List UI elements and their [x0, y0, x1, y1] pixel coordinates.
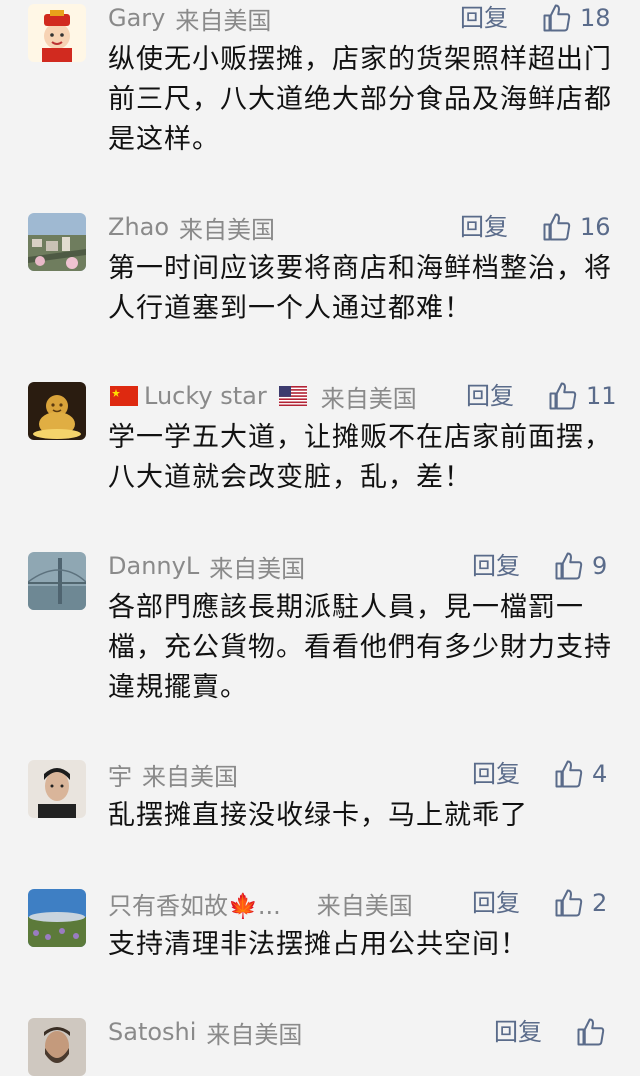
reply-button[interactable]: 回复: [472, 756, 520, 792]
like-count: 11: [586, 382, 617, 410]
like-count: 4: [592, 760, 608, 788]
reply-button[interactable]: 回复: [466, 378, 514, 414]
username[interactable]: DannyL: [108, 552, 199, 580]
comment-meta: Zhao 来自美国: [108, 209, 616, 245]
china-flag-icon: [110, 386, 138, 406]
field-sky-avatar[interactable]: [28, 889, 86, 947]
location-label: 来自美国: [209, 554, 306, 583]
location-label: 来自美国: [206, 1020, 303, 1049]
reply-button[interactable]: 回复: [472, 885, 520, 921]
bridge-fog-avatar[interactable]: [28, 552, 86, 610]
location-label: 来自美国: [320, 384, 417, 413]
comment-text: 学一学五大道，让摊贩不在店家前面摆，八大道就会改变脏，乱，差！: [108, 422, 612, 493]
reply-button[interactable]: 回复: [460, 209, 508, 245]
location-label: 来自美国: [179, 215, 276, 244]
reply-button[interactable]: 回复: [494, 1014, 542, 1050]
comment-text: 第一时间应该要将商店和海鲜档整治，将人行道塞到一个人通过都难！: [108, 253, 612, 324]
golden-buddha-avatar[interactable]: [28, 382, 86, 440]
like-button[interactable]: 16: [542, 209, 611, 245]
like-count: 16: [580, 213, 611, 241]
comment-meta: 只有香如故🍁... 来自美国: [108, 885, 616, 921]
comment-meta: Lucky star 来自美国: [108, 378, 616, 414]
comment-text: 各部門應該長期派駐人員，見一檔罰一檔，充公貨物。看看他們有多少財力支持違規擺賣。: [108, 592, 612, 703]
comment-text: 乱摆摊直接没收绿卡，马上就乖了: [108, 800, 528, 831]
thumbs-up-icon: [555, 889, 583, 917]
comment-list: Gary 来自美国 回复 18 纵使无小贩摆摊，店家的货架照样超出门前三尺，八大…: [0, 0, 640, 1076]
like-count: 2: [592, 889, 608, 917]
thumbs-up-icon: [555, 552, 583, 580]
god-of-wealth-avatar[interactable]: [28, 4, 86, 62]
location-label: 来自美国: [316, 891, 413, 920]
thumbs-up-icon: [549, 382, 577, 410]
like-count: 9: [592, 552, 608, 580]
city-view-avatar[interactable]: [28, 213, 86, 271]
like-button[interactable]: [576, 1014, 614, 1050]
comment-meta: 宇 来自美国: [108, 756, 616, 792]
comment-meta: Gary 来自美国: [108, 0, 616, 36]
like-button[interactable]: 4: [554, 756, 607, 792]
like-button[interactable]: 2: [554, 885, 607, 921]
location-label: 来自美国: [175, 6, 272, 35]
thumbs-up-icon: [543, 213, 571, 241]
username[interactable]: 宇: [108, 757, 132, 792]
thumbs-up-icon: [555, 760, 583, 788]
username[interactable]: 只有香如故🍁...: [108, 886, 281, 921]
bearded-man-avatar[interactable]: [28, 1018, 86, 1076]
like-button[interactable]: 9: [554, 548, 607, 584]
comment-meta: DannyL 来自美国: [108, 548, 616, 584]
comment-text: 支持清理非法摆摊占用公共空间！: [108, 929, 528, 960]
comment-text: 纵使无小贩摆摊，店家的货架照样超出门前三尺，八大道绝大部分食品及海鲜店都是这样。: [108, 44, 612, 155]
location-label: 来自美国: [142, 762, 238, 791]
username[interactable]: Satoshi: [108, 1018, 196, 1046]
username[interactable]: Gary: [108, 4, 165, 32]
like-button[interactable]: 11: [548, 378, 617, 414]
usa-flag-icon: [278, 386, 307, 406]
like-count: 18: [580, 4, 611, 32]
username[interactable]: Lucky star: [144, 382, 267, 410]
thumbs-up-icon: [577, 1018, 605, 1046]
reply-button[interactable]: 回复: [472, 548, 520, 584]
man-portrait-avatar[interactable]: [28, 760, 86, 818]
like-button[interactable]: 18: [542, 0, 611, 36]
reply-button[interactable]: 回复: [460, 0, 508, 36]
thumbs-up-icon: [543, 4, 571, 32]
username[interactable]: Zhao: [108, 213, 169, 241]
